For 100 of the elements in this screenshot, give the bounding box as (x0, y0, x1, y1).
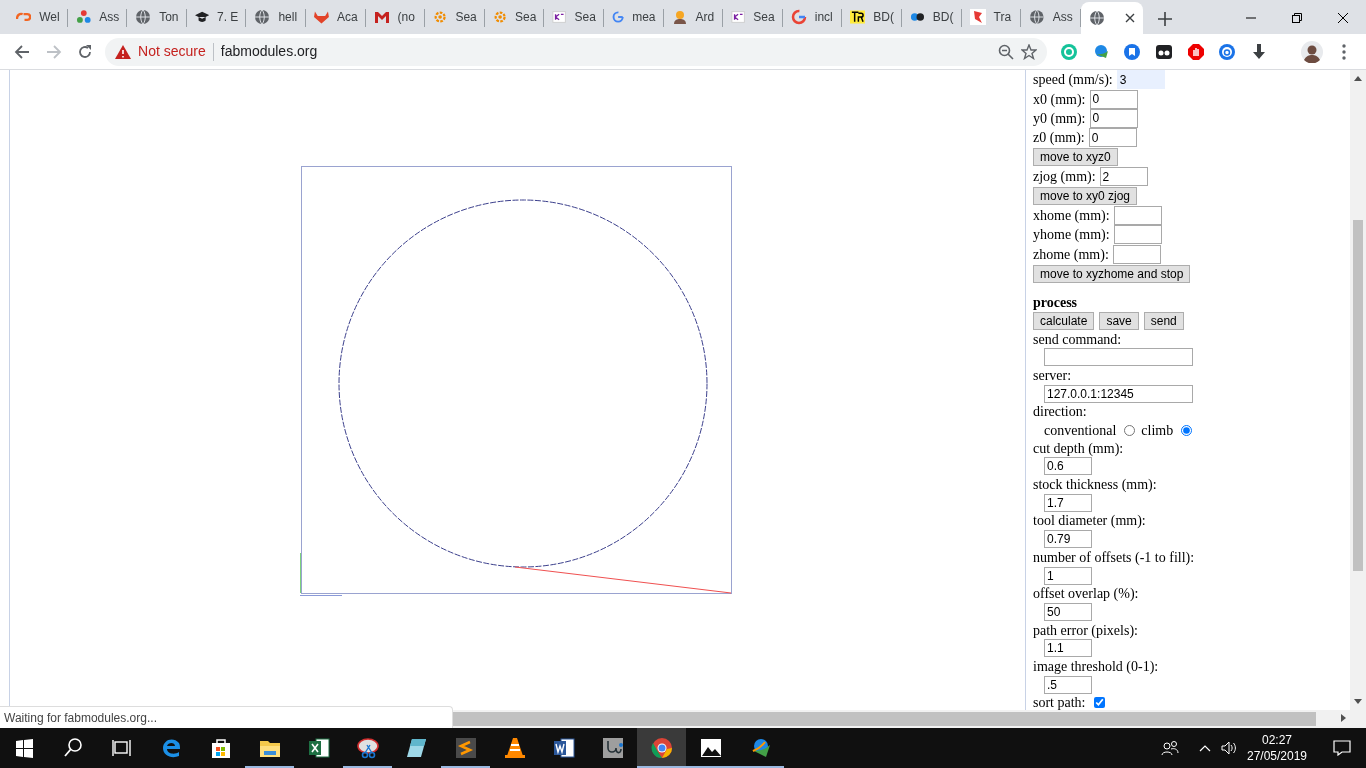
form-button[interactable]: calculate (1033, 311, 1095, 330)
mortarboard-icon (194, 9, 209, 25)
browser-tab[interactable]: hell (246, 3, 306, 31)
field-label: yhome (mm): (1033, 226, 1110, 245)
traffic-cone-icon[interactable] (503, 737, 526, 759)
field-label: offset overlap (%): (1033, 585, 1139, 604)
taskbar-clock[interactable]: 02:27 27/05/2019 (1245, 732, 1309, 764)
back-icon[interactable] (13, 43, 30, 60)
spreadsheet-icon[interactable] (307, 737, 330, 759)
search-icon[interactable] (62, 737, 85, 759)
notification-icon[interactable] (1332, 740, 1351, 756)
browser-tab[interactable]: Ass (67, 3, 128, 31)
url-text[interactable]: fabmodules.org (220, 41, 318, 62)
fox-icon (313, 9, 329, 25)
favicon-icon (969, 9, 986, 25)
zoom-out-icon[interactable] (998, 43, 1015, 60)
browser-tab[interactable]: BD( (842, 3, 902, 31)
chrome-icon[interactable] (650, 737, 673, 759)
input-field[interactable]: 1 (1044, 566, 1092, 585)
s-icon[interactable] (454, 737, 477, 759)
close-icon[interactable] (1338, 13, 1348, 23)
reload-icon[interactable] (77, 43, 94, 60)
notepad-icon[interactable] (405, 737, 428, 759)
restore-icon[interactable] (1292, 13, 1302, 23)
input-field[interactable]: 127.0.0.1:12345 (1044, 384, 1193, 403)
clock-date: 27/05/2019 (1245, 748, 1309, 764)
address-bar[interactable]: Not secure fabmodules.org (105, 37, 1048, 66)
browser-tab[interactable]: Sea (544, 3, 604, 31)
input-field[interactable]: 1.7 (1044, 493, 1092, 512)
form-button[interactable]: save (1099, 311, 1139, 330)
stethoscope-icon[interactable] (601, 737, 624, 759)
checkbox[interactable] (1093, 697, 1105, 709)
star-icon[interactable] (1021, 43, 1038, 60)
chevron-up-icon[interactable] (1199, 744, 1211, 752)
volume-icon[interactable] (1221, 741, 1237, 755)
field-label: xhome (mm): (1033, 206, 1110, 225)
avatar-icon[interactable] (1301, 40, 1324, 63)
input-field[interactable]: 1.1 (1044, 639, 1092, 658)
menu-icon[interactable] (1342, 43, 1347, 60)
input-field[interactable]: 3 (1116, 70, 1165, 90)
bookmark-icon[interactable] (1124, 43, 1141, 60)
form-button[interactable]: move to xy0 zjog (1033, 187, 1138, 206)
radio-button[interactable] (1181, 424, 1193, 436)
browser-tab[interactable]: Aca (305, 3, 366, 31)
hand-icon[interactable] (1187, 43, 1204, 60)
browser-tab[interactable]: BD( (901, 3, 962, 31)
input-field[interactable] (1113, 225, 1162, 245)
field-label: path error (pixels): (1033, 621, 1138, 640)
browser-tab[interactable]: Ard (663, 3, 724, 31)
field-label: image threshold (0-1): (1033, 657, 1159, 676)
person-icon (671, 9, 688, 25)
field-label: server: (1033, 366, 1072, 385)
browser-tab[interactable]: Sea (484, 3, 545, 31)
scroll-right-icon[interactable] (1341, 714, 1346, 722)
input-field[interactable]: 0 (1089, 108, 1138, 128)
browser-tab[interactable]: Ass (1021, 3, 1081, 31)
form-button[interactable]: move to xyz0 (1033, 148, 1118, 167)
scroll-up-icon[interactable] (1354, 76, 1362, 81)
plus-icon[interactable] (1157, 12, 1172, 26)
scissors-icon[interactable] (356, 737, 379, 759)
input-field[interactable]: 2 (1099, 167, 1148, 187)
input-field[interactable]: 0 (1089, 89, 1138, 109)
e-icon[interactable] (160, 737, 183, 759)
browser-tab[interactable]: (no (365, 3, 426, 31)
download-icon[interactable] (1250, 43, 1267, 60)
input-field[interactable]: .5 (1044, 675, 1092, 694)
browser-tab[interactable] (1080, 2, 1143, 34)
flower-icon (75, 9, 92, 25)
input-field[interactable] (1113, 205, 1162, 225)
browser-tab[interactable]: Sea (723, 3, 783, 31)
browser-tab[interactable]: Wel (8, 3, 68, 31)
extension-icon[interactable] (1155, 43, 1172, 60)
section-heading: process (1033, 294, 1079, 312)
browser-tab[interactable]: incl (782, 3, 843, 31)
browser-tab[interactable]: Sea (425, 3, 485, 31)
taskbar-app[interactable] (637, 728, 686, 768)
task-view-icon[interactable] (111, 737, 134, 759)
scroll-down-icon[interactable] (1354, 699, 1362, 704)
browser-tab[interactable]: mea (603, 3, 664, 31)
browser-tab[interactable]: Ton (127, 3, 187, 31)
security-label[interactable]: Not secure (138, 41, 206, 62)
vertical-scrollbar[interactable] (1350, 70, 1366, 710)
browser-tab[interactable]: 7. E (186, 3, 247, 31)
people-icon[interactable] (1161, 740, 1179, 756)
close-icon[interactable] (1124, 13, 1135, 23)
browser-tab[interactable]: Tra (961, 3, 1022, 31)
form-button[interactable]: send (1143, 311, 1184, 330)
document-w-icon[interactable] (552, 737, 575, 759)
shopping-bag-icon[interactable] (209, 737, 232, 759)
scrollbar-thumb[interactable] (453, 712, 1316, 726)
radio-button[interactable] (1124, 424, 1136, 436)
input-field[interactable]: 0 (1088, 128, 1137, 148)
input-field[interactable]: 0.79 (1044, 530, 1092, 549)
windows-icon[interactable] (13, 737, 36, 759)
form-button[interactable]: move to xyzhome and stop (1033, 264, 1191, 283)
input-field[interactable]: 0.6 (1044, 457, 1092, 476)
input-field[interactable]: 50 (1044, 602, 1092, 621)
mountain-picture-icon[interactable] (699, 737, 722, 759)
input-field[interactable] (1044, 348, 1193, 367)
input-field[interactable] (1112, 244, 1161, 264)
